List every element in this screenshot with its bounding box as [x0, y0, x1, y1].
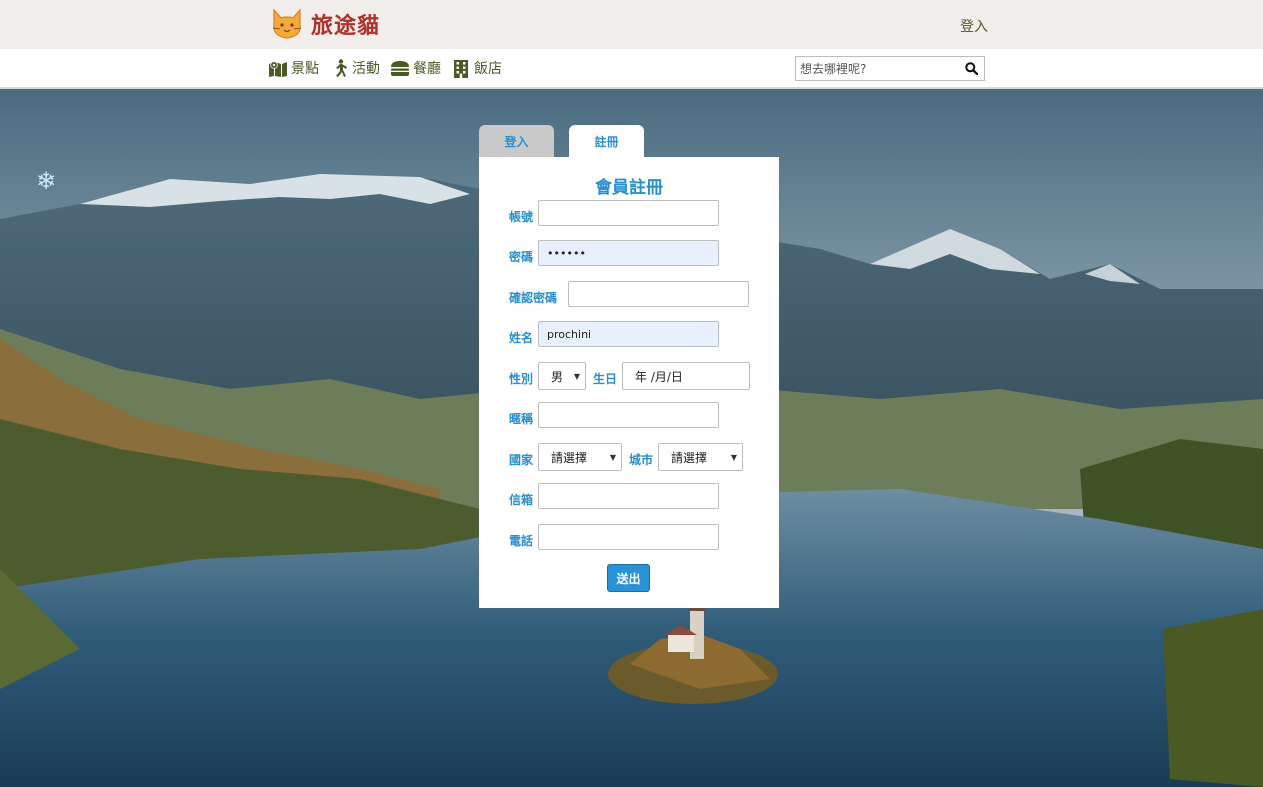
top-header: 旅途貓 登入	[0, 0, 1263, 49]
hotel-building-icon	[454, 59, 468, 78]
city-select[interactable]: 請選擇 ▼	[658, 443, 743, 471]
nav-item-hotels[interactable]: 飯店	[451, 58, 502, 78]
nav-item-label: 景點	[291, 61, 319, 77]
dropdown-arrow-icon: ▼	[730, 453, 737, 462]
search-button[interactable]	[960, 58, 982, 80]
nickname-input[interactable]	[538, 402, 719, 428]
email-input[interactable]	[538, 483, 719, 509]
brand-name: 旅途貓	[311, 14, 381, 39]
nav-item-label: 飯店	[474, 61, 502, 77]
name-label: 姓名	[509, 331, 534, 345]
password-input[interactable]	[538, 240, 719, 266]
city-label: 城市	[629, 453, 654, 467]
nav-item-attractions[interactable]: 景點	[268, 58, 319, 78]
tab-login[interactable]: 登入	[479, 125, 554, 158]
gender-select-value: 男	[551, 369, 564, 384]
map-location-icon	[269, 60, 287, 77]
header-login-link[interactable]: 登入	[960, 16, 988, 36]
form-title: 會員註冊	[595, 178, 663, 198]
phone-input[interactable]	[538, 524, 719, 550]
confirm-password-input[interactable]	[568, 281, 749, 307]
cat-logo-icon	[272, 8, 302, 39]
dropdown-arrow-icon: ▼	[609, 453, 616, 462]
nav-item-label: 活動	[352, 61, 380, 77]
nickname-label: 暱稱	[509, 412, 534, 426]
birthday-date-value: 年 /月/日	[635, 369, 683, 384]
register-form-panel: 會員註冊 帳號 密碼 確認密碼 姓名 性別 男 ▼ 生日 年 /月/日 暱稱 國…	[479, 157, 779, 608]
confirm-password-label: 確認密碼	[509, 291, 558, 305]
birthday-date-input[interactable]: 年 /月/日	[622, 362, 750, 390]
name-input[interactable]	[538, 321, 719, 347]
tab-register[interactable]: 註冊	[569, 125, 644, 158]
country-select[interactable]: 請選擇 ▼	[538, 443, 622, 471]
nav-menu: 景點 活動 餐廳 飯店	[268, 58, 512, 78]
birthday-label: 生日	[593, 372, 618, 386]
password-label: 密碼	[509, 250, 534, 264]
country-label: 國家	[509, 453, 534, 467]
snowflake-icon: ❄	[36, 167, 57, 195]
running-person-icon	[336, 58, 347, 77]
phone-label: 電話	[509, 534, 534, 548]
nav-item-activities[interactable]: 活動	[329, 58, 380, 78]
account-label: 帳號	[509, 210, 534, 224]
account-input[interactable]	[538, 200, 719, 226]
country-select-value: 請選擇	[551, 450, 588, 465]
gender-label: 性別	[509, 372, 534, 386]
search-input[interactable]	[796, 58, 960, 79]
submit-button[interactable]: 送出	[607, 564, 650, 592]
email-label: 信箱	[509, 493, 534, 507]
search-icon	[964, 62, 978, 75]
brand-logo[interactable]: 旅途貓	[269, 7, 380, 41]
burger-icon	[391, 60, 409, 76]
nav-bar: 景點 活動 餐廳 飯店	[0, 49, 1263, 89]
dropdown-arrow-icon: ▼	[573, 372, 580, 381]
search-box	[795, 56, 985, 81]
gender-select[interactable]: 男 ▼	[538, 362, 586, 390]
nav-item-restaurants[interactable]: 餐廳	[390, 58, 441, 78]
city-select-value: 請選擇	[671, 450, 708, 465]
nav-item-label: 餐廳	[413, 61, 441, 77]
